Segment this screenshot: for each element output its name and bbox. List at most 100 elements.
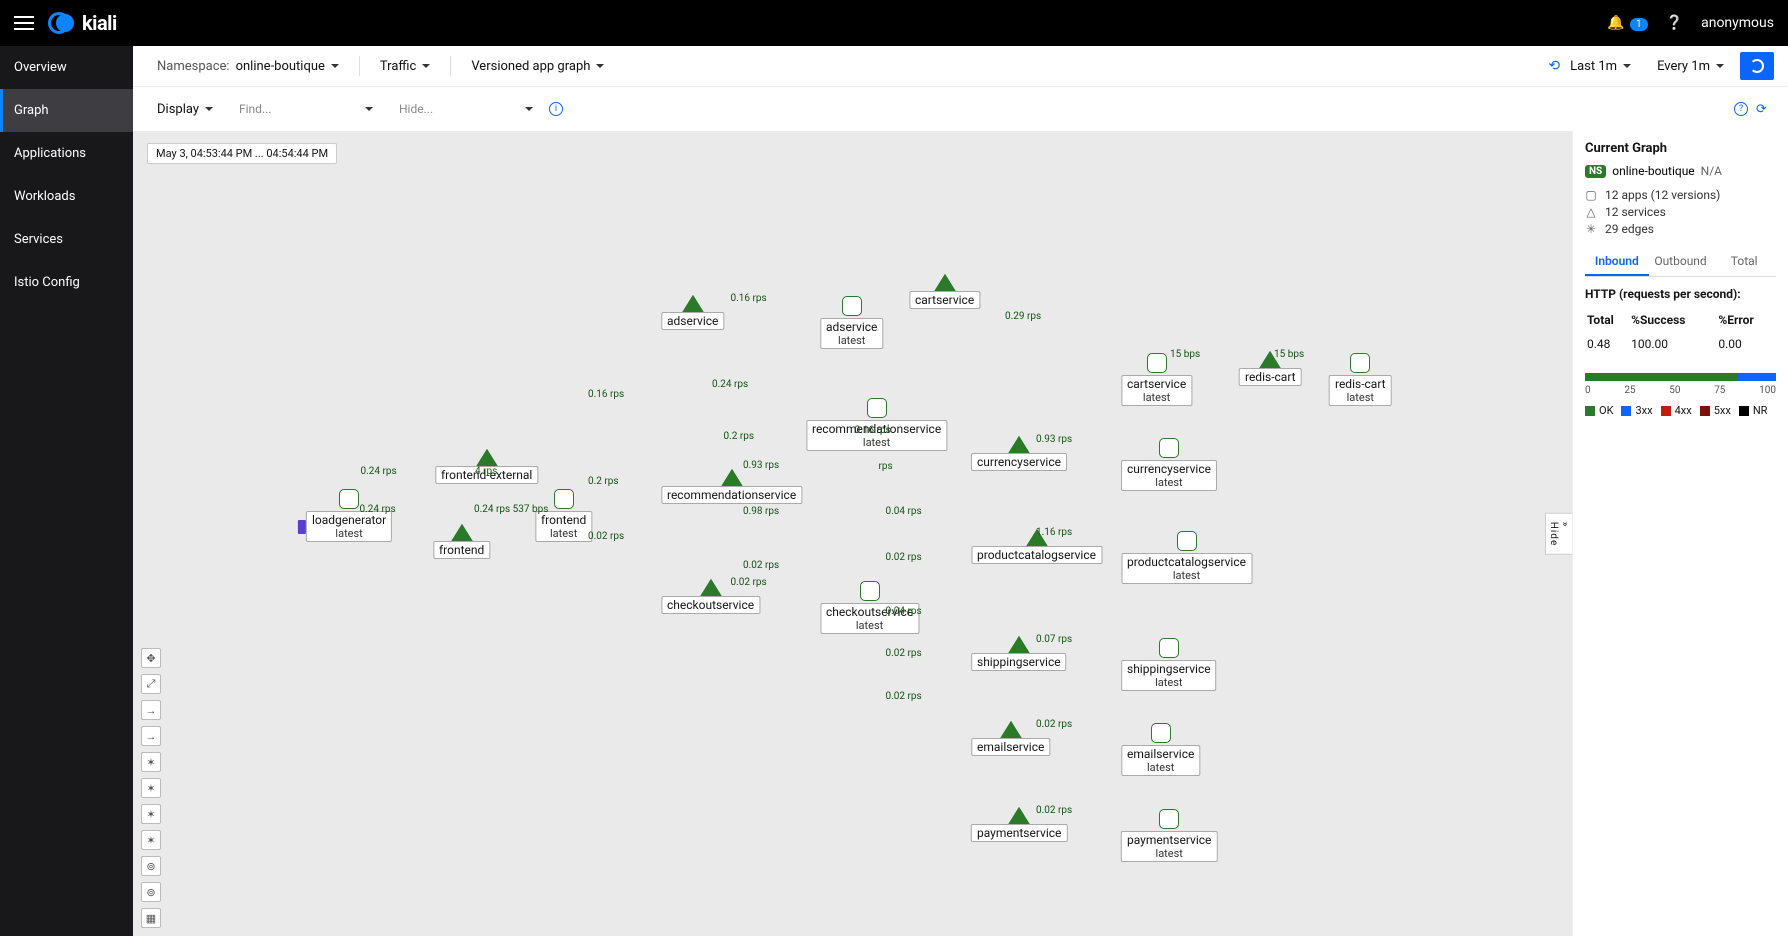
hide-input[interactable] xyxy=(399,97,519,121)
legend-button[interactable]: ▦ xyxy=(141,908,161,928)
traffic-selector[interactable]: Traffic xyxy=(370,55,440,78)
node-pcat_app[interactable]: productcatalogservicelatest xyxy=(1121,531,1252,584)
layout-3-button[interactable]: ✶ xyxy=(141,804,161,824)
layout-4-button[interactable]: ✶ xyxy=(141,830,161,850)
layout-6-button[interactable]: ⊚ xyxy=(141,882,161,902)
notif-count: 1 xyxy=(1630,18,1648,31)
layout-5-button[interactable]: ⊚ xyxy=(141,856,161,876)
graph-controls: ✥ ⤢ → → ✶ ✶ ✶ ✶ ⊚ ⊚ ▦ xyxy=(141,648,161,928)
caret-down-icon xyxy=(422,64,430,68)
namespace-name[interactable]: online-boutique xyxy=(1612,164,1694,178)
edge-label: 15 bps xyxy=(1274,349,1304,360)
workload-icon xyxy=(1159,638,1179,658)
workload-icon xyxy=(1147,353,1167,373)
edges-icon: ✳ xyxy=(1585,222,1597,236)
node-rec_svc[interactable]: recommendationservice xyxy=(661,471,802,504)
workload-icon xyxy=(1151,723,1171,743)
workload-icon xyxy=(842,296,862,316)
layout-1-button[interactable]: ✶ xyxy=(141,752,161,772)
edge-label: 0.04 rps xyxy=(886,506,922,517)
refresh-button[interactable] xyxy=(1740,52,1774,80)
graph-type-selector[interactable]: Versioned app graph xyxy=(461,55,614,78)
tab-inbound[interactable]: Inbound xyxy=(1585,248,1649,276)
caret-down-icon xyxy=(596,64,604,68)
sidebar: OverviewGraphApplicationsWorkloadsServic… xyxy=(0,46,133,936)
display-selector[interactable]: Display xyxy=(147,98,223,121)
node-cur_app[interactable]: currencyservicelatest xyxy=(1121,438,1217,491)
caret-down-icon xyxy=(331,64,339,68)
brand-text: kiali xyxy=(82,11,117,35)
node-loadgen_app[interactable]: loadgeneratorlatest xyxy=(306,489,392,542)
secondary-toolbar: Display i ? ⟳ xyxy=(133,87,1788,131)
sidebar-item-overview[interactable]: Overview xyxy=(0,46,133,89)
node-pay_app[interactable]: paymentservicelatest xyxy=(1121,809,1217,862)
caret-down-icon xyxy=(525,107,533,111)
node-cart_app[interactable]: cartservicelatest xyxy=(1121,353,1192,406)
workload-icon xyxy=(1159,438,1179,458)
sidebar-item-graph[interactable]: Graph xyxy=(0,89,133,132)
replay-icon[interactable]: ⟳ xyxy=(1756,102,1770,116)
service-icon xyxy=(701,581,721,597)
find-help-icon[interactable]: i xyxy=(549,102,563,116)
workload-icon xyxy=(867,398,887,418)
user-menu[interactable]: anonymous xyxy=(1701,15,1774,31)
namespace-selector[interactable]: Namespace: online-boutique xyxy=(147,55,349,78)
brand[interactable]: kiali xyxy=(48,10,117,36)
sidebar-item-istio-config[interactable]: Istio Config xyxy=(0,261,133,304)
summary-title: Current Graph xyxy=(1585,141,1776,156)
node-ad_svc[interactable]: adservice xyxy=(661,297,724,330)
edge-label: 4 rps xyxy=(475,466,497,477)
edge-label: 0.02 rps xyxy=(743,560,779,571)
drag-mode-button[interactable]: ✥ xyxy=(141,648,161,668)
edge-label: 0.93 rps xyxy=(743,460,779,471)
node-fe_svc[interactable]: frontend xyxy=(433,526,490,559)
refresh-interval-selector[interactable]: Every 1m xyxy=(1647,55,1734,78)
edge-label: 0.98 rps xyxy=(743,506,779,517)
tab-outbound[interactable]: Outbound xyxy=(1649,248,1713,276)
node-fe_app[interactable]: frontendlatest xyxy=(535,489,592,542)
caret-down-icon xyxy=(365,107,373,111)
menu-toggle[interactable] xyxy=(14,12,34,34)
sidebar-item-services[interactable]: Services xyxy=(0,218,133,261)
hide-panel-tab[interactable]: Hide xyxy=(1545,512,1572,555)
edge-label: 0.16 rps xyxy=(731,293,767,304)
service-icon xyxy=(1009,438,1029,454)
bell-icon: 🔔 xyxy=(1607,15,1624,31)
graph-tour-icon[interactable]: ? xyxy=(1734,102,1748,116)
zoom-in-button[interactable]: → xyxy=(141,700,161,720)
zoom-out-button[interactable]: → xyxy=(141,726,161,746)
workload-icon xyxy=(339,489,359,509)
sidebar-item-workloads[interactable]: Workloads xyxy=(0,175,133,218)
sidebar-item-applications[interactable]: Applications xyxy=(0,132,133,175)
traffic-source-icon xyxy=(298,520,306,534)
time-range-selector[interactable]: ⟲ Last 1m xyxy=(1538,54,1641,78)
service-icon xyxy=(722,471,742,487)
node-email_app[interactable]: emailservicelatest xyxy=(1121,723,1200,776)
caret-down-icon xyxy=(1716,64,1724,68)
help-button[interactable]: ❔ xyxy=(1666,15,1683,31)
tab-total[interactable]: Total xyxy=(1712,248,1776,276)
apps-icon: ▢ xyxy=(1585,188,1597,202)
notifications-button[interactable]: 🔔 1 xyxy=(1607,15,1648,31)
edge-label: 0.02 rps xyxy=(588,531,624,542)
http-bar xyxy=(1585,373,1776,381)
traffic-tabs: InboundOutboundTotal xyxy=(1585,248,1776,277)
node-ship_app[interactable]: shippingservicelatest xyxy=(1121,638,1217,691)
edge-label: 0.02 rps xyxy=(886,648,922,659)
edge-label: 0.16 rps xyxy=(588,389,624,400)
node-redis_app[interactable]: redis-cartlatest xyxy=(1329,353,1392,406)
node-ad_app[interactable]: adservicelatest xyxy=(820,296,883,349)
service-icon xyxy=(1001,723,1021,739)
fit-button[interactable]: ⤢ xyxy=(141,674,161,694)
graph-canvas[interactable]: May 3, 04:53:44 PM ... 04:54:44 PM loadg… xyxy=(133,131,1572,936)
http-header: HTTP (requests per second): xyxy=(1585,287,1776,301)
edge-label: 0.2 rps xyxy=(724,431,755,442)
workload-icon xyxy=(1350,353,1370,373)
find-input[interactable] xyxy=(239,97,359,121)
edge-label: 0.24 rps xyxy=(712,379,748,390)
layout-2-button[interactable]: ✶ xyxy=(141,778,161,798)
edge-label: 0.02 rps xyxy=(1036,719,1072,730)
node-cart_svc[interactable]: cartservice xyxy=(909,276,980,309)
caret-down-icon xyxy=(205,107,213,111)
service-icon xyxy=(1009,638,1029,654)
